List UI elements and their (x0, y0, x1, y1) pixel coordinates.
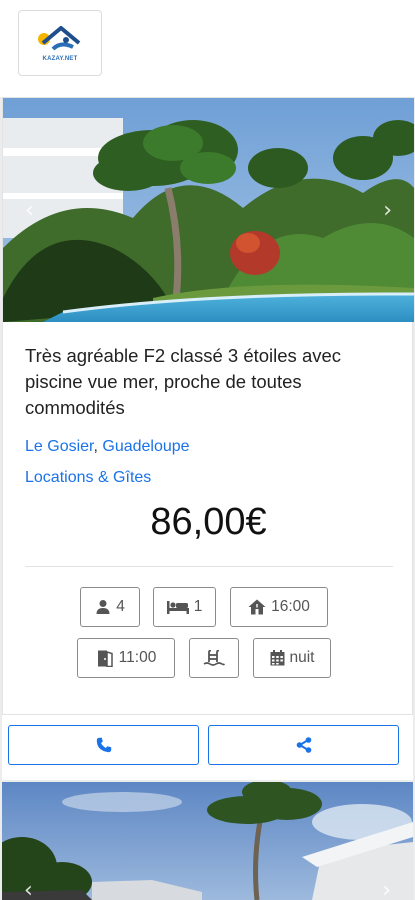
category-link[interactable]: Locations & Gîtes (25, 469, 151, 487)
listing-photo[interactable]: ‹ › (3, 98, 414, 322)
bedrooms-value: 1 (193, 598, 203, 615)
house-icon (248, 599, 266, 615)
checkout-value: 11:00 (118, 649, 157, 666)
checkin-chip: 16:00 (230, 587, 328, 627)
next-photo-next-arrow[interactable]: › (382, 878, 391, 900)
logo-text: KAZAY.NET (42, 56, 78, 62)
photo-next-arrow[interactable]: › (383, 198, 392, 223)
guests-chip: 4 (80, 587, 140, 627)
region-link[interactable]: Guadeloupe (102, 438, 189, 455)
next-listing-photo[interactable]: ‹ › (2, 782, 413, 900)
listing-actions (2, 714, 413, 780)
bed-icon (166, 601, 189, 614)
next-photo-prev-arrow[interactable]: ‹ (24, 878, 33, 900)
location-separator: , (93, 438, 98, 455)
rate-chip: nuit (253, 638, 331, 678)
pool-chip (189, 638, 239, 678)
site-header: KAZAY.NET (0, 0, 415, 97)
checkin-value: 16:00 (271, 598, 310, 615)
listing-location: Le Gosier, Guadeloupe (25, 438, 190, 456)
pool-icon (203, 650, 225, 666)
share-icon (296, 737, 311, 753)
door-icon (97, 650, 113, 667)
listing-price: 86,00€ (150, 501, 267, 543)
logo-house-icon (38, 26, 81, 51)
rate-unit: nuit (289, 649, 315, 666)
divider (25, 566, 393, 567)
user-icon (96, 600, 110, 614)
listing-card: ‹ › Très agréable F2 classé 3 étoiles av… (2, 97, 414, 772)
phone-icon (96, 737, 111, 753)
call-button[interactable] (8, 725, 199, 765)
checkout-chip: 11:00 (77, 638, 175, 678)
site-logo[interactable]: KAZAY.NET (18, 10, 102, 76)
listing-title[interactable]: Très agréable F2 classé 3 étoiles avec p… (25, 343, 395, 421)
guests-value: 4 (116, 598, 125, 615)
photo-prev-arrow[interactable]: ‹ (25, 198, 34, 223)
bedrooms-chip: 1 (153, 587, 216, 627)
share-button[interactable] (208, 725, 399, 765)
calendar-icon (270, 650, 284, 666)
city-link[interactable]: Le Gosier (25, 438, 93, 455)
